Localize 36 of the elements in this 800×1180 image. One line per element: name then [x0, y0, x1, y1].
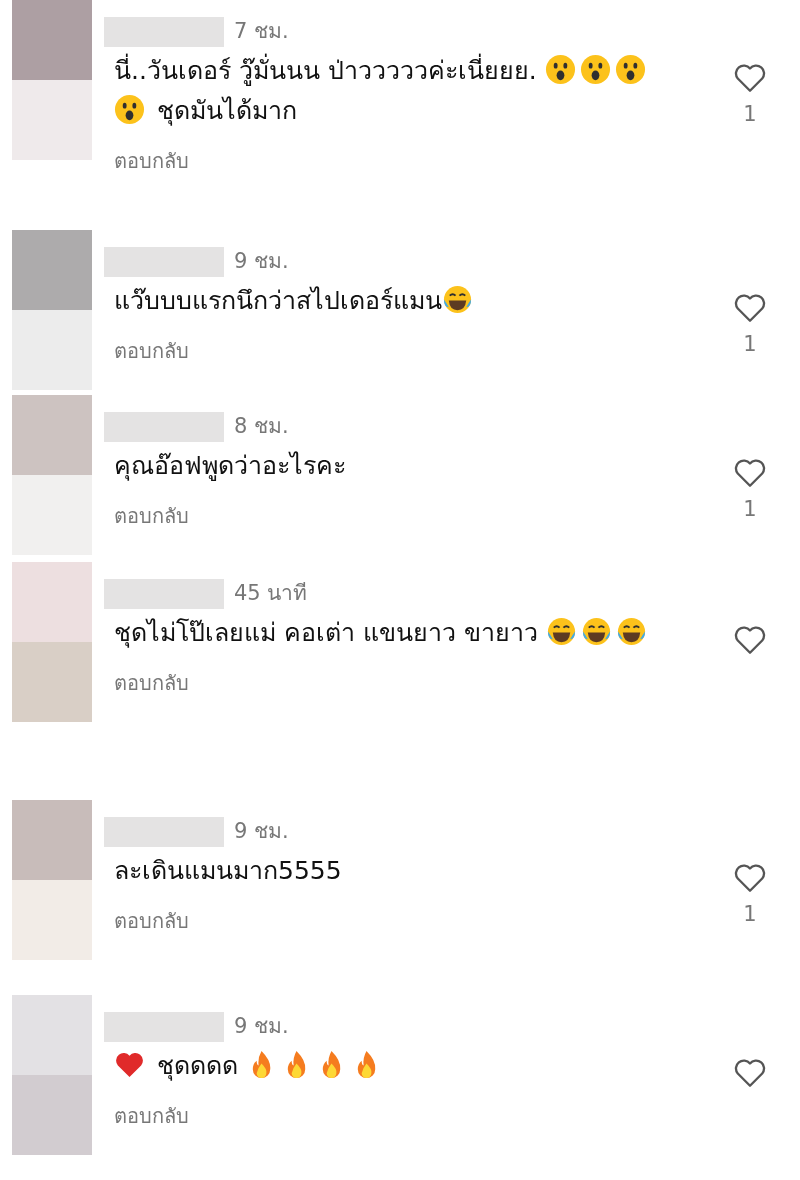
like-count: 1: [743, 902, 757, 926]
comment-text: ละเดินแมนมาก5555: [114, 855, 342, 887]
like-heart-icon[interactable]: [733, 624, 767, 656]
comment-time: 9 ชม.: [234, 248, 289, 275]
like-heart-icon[interactable]: [733, 62, 767, 94]
reply-link[interactable]: ตอบกลับ: [114, 500, 189, 532]
reply-link[interactable]: ตอบกลับ: [114, 667, 189, 699]
reply-link[interactable]: ตอบกลับ: [114, 905, 189, 937]
like-count: 1: [743, 497, 757, 521]
like-heart-icon[interactable]: [733, 862, 767, 894]
comment-text: แว๊บบบแรกนึกว่าสไปเดอร์แมน: [114, 281, 477, 321]
like-heart-icon[interactable]: [733, 292, 767, 324]
like-heart-icon[interactable]: [733, 457, 767, 489]
comment-text: ชุดไม่โป๊เลยแม่ คอเต่า แขนยาว ขายาว: [114, 613, 651, 653]
comment-time: 8 ชม.: [234, 413, 289, 440]
laughing-tears-icon: [580, 616, 612, 647]
laughing-tears-icon: [615, 616, 647, 647]
comment-text: นี่..วันเดอร์ วู๊มั่นนน ป่าวววววค่ะเนี่ยยย. ชุดมันได้มาก: [114, 51, 654, 131]
like-heart-icon[interactable]: [733, 1057, 767, 1089]
comment-time: 7 ชม.: [234, 18, 289, 45]
surprised-face-icon: [614, 54, 646, 85]
reply-link[interactable]: ตอบกลับ: [114, 1100, 189, 1132]
surprised-face-icon: [544, 54, 576, 85]
comment-text: คุณอ๊อฟพูดว่าอะไรคะ: [114, 450, 346, 483]
reply-link[interactable]: ตอบกลับ: [114, 335, 189, 367]
comment-time: 9 ชม.: [234, 818, 289, 845]
like-count: 1: [743, 102, 757, 126]
comment-time: 9 ชม.: [234, 1013, 289, 1040]
surprised-face-icon: [579, 54, 611, 85]
reply-link[interactable]: ตอบกลับ: [114, 145, 189, 177]
laughing-tears-icon: [545, 616, 577, 647]
like-count: 1: [743, 332, 757, 356]
laughing-tears-icon: [442, 284, 473, 315]
comment-time: 45 นาที: [234, 580, 308, 607]
comment-text: ชุดดดด: [114, 1046, 386, 1086]
surprised-face-icon: [114, 94, 145, 125]
